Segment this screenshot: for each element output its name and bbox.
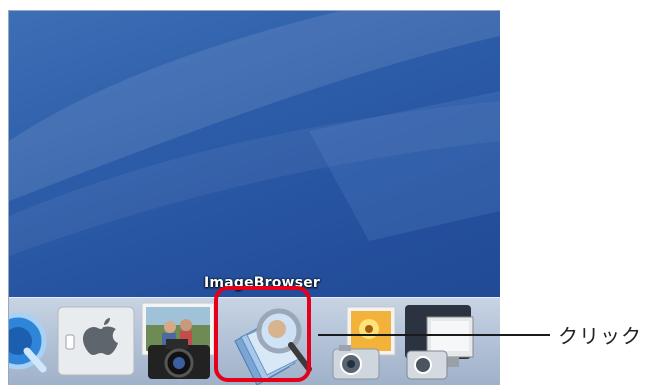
quicktime-icon [9, 312, 47, 373]
sunflower-camera-icon [332, 306, 396, 380]
desktop-wallpaper [9, 11, 500, 256]
dock-item-quicktime[interactable] [9, 303, 49, 375]
imagebrowser-highlight [214, 286, 311, 382]
camera-photo-icon [141, 302, 215, 379]
monitor-camera-icon [405, 305, 474, 380]
dock-item-camera-photo[interactable] [140, 301, 218, 383]
callout-label: クリック [558, 324, 642, 348]
apple-switch-icon [57, 306, 135, 376]
dock-item-photo-camera[interactable] [329, 305, 399, 383]
dock-item-display-camera[interactable] [401, 303, 479, 383]
callout-line [318, 334, 550, 336]
dock-item-system[interactable] [56, 303, 138, 381]
